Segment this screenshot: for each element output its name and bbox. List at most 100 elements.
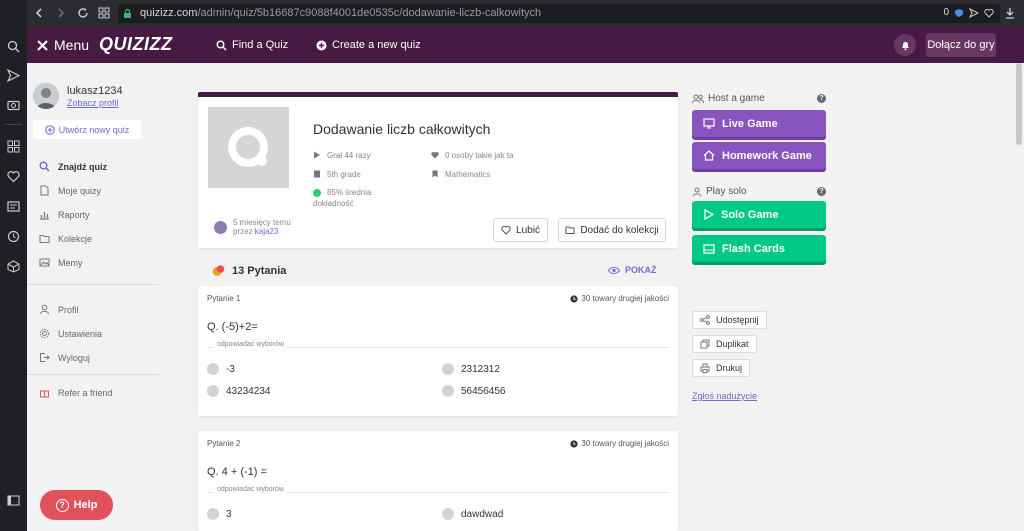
avatar[interactable] (33, 83, 59, 109)
sidebar-item-label: Kolekcje (58, 233, 93, 244)
document-icon (40, 185, 49, 196)
copy-icon (700, 339, 710, 349)
accuracy: 85% średnia dokładność (313, 188, 372, 208)
duplicate-button[interactable]: Duplikat (692, 335, 757, 353)
host-game-info-icon[interactable]: ? (817, 94, 826, 103)
lock-icon (124, 8, 131, 18)
sidebar-item-collections[interactable]: Kolekcje (39, 233, 92, 244)
user-icon (40, 304, 49, 315)
camera-icon[interactable] (7, 98, 20, 111)
scrollbar-thumb[interactable] (1016, 63, 1022, 145)
heart-icon (501, 225, 511, 235)
quiz-thumbnail (208, 107, 289, 188)
quizizz-q-icon (227, 126, 268, 167)
send-icon[interactable] (7, 69, 20, 82)
shield-icon[interactable] (954, 8, 964, 18)
sidebar-item-settings[interactable]: Ustawienia (39, 328, 102, 339)
question-text: Q. 4 + (-1) = (207, 466, 267, 478)
news-icon[interactable] (7, 200, 20, 213)
download-icon[interactable] (1004, 7, 1016, 19)
sidebar-toggle-icon[interactable] (7, 494, 20, 507)
browser-toolbar: quizizz.com/admin/quiz/5b16687c9088f4001… (0, 0, 1024, 27)
like-button[interactable]: Lubić (493, 218, 548, 242)
grid-icon[interactable] (7, 140, 20, 153)
sidebar-item-profile[interactable]: Profil (39, 304, 79, 315)
answer-option: 43234234 (207, 385, 271, 397)
browser-sidebar (0, 0, 27, 531)
question-text: Q. (-5)+2= (207, 321, 258, 333)
find-quiz-link[interactable]: Find a Quiz (216, 39, 288, 51)
menu-button[interactable]: Menu (37, 37, 89, 53)
url-extensions: 0 (943, 7, 994, 18)
likes-count: 0 osoby takie jak ta (431, 150, 513, 161)
create-quiz-link[interactable]: Create a new quiz (316, 39, 421, 51)
answer-option: -3 (207, 363, 235, 375)
search-icon[interactable] (7, 40, 20, 53)
clock-icon[interactable] (7, 230, 20, 243)
view-profile-link[interactable]: Zobacz profil (67, 98, 119, 108)
answer-option: 2312312 (442, 363, 500, 375)
tabs-grid-icon[interactable] (98, 7, 110, 19)
send-icon[interactable] (969, 7, 979, 18)
create-quiz-label: Create a new quiz (332, 39, 421, 51)
options-label: odpowiadać wyborów (214, 486, 287, 493)
answer-option: 3 (207, 508, 232, 520)
forward-icon[interactable] (55, 7, 67, 19)
report-abuse-link[interactable]: Zgłoś nadużycie (692, 391, 757, 401)
play-solo-info-icon[interactable]: ? (817, 187, 826, 196)
print-button[interactable]: Drukuj (692, 359, 751, 377)
cube-icon[interactable] (7, 260, 20, 273)
help-button[interactable]: ? Help (40, 490, 113, 520)
sidebar-item-logout[interactable]: Wyloguj (39, 352, 90, 363)
heart-icon[interactable] (984, 8, 994, 18)
share-button[interactable]: Udostępnij (692, 311, 767, 329)
sidebar-item-label: Wyloguj (58, 352, 90, 363)
sidebar-item-find-quiz[interactable]: Znajdź quiz (39, 161, 107, 172)
sidebar-item-label: Refer a friend (58, 387, 113, 398)
author-link[interactable]: kaja23 (255, 227, 279, 236)
heart-icon[interactable] (7, 170, 20, 183)
back-icon[interactable] (33, 7, 45, 19)
sidebar-divider (27, 284, 159, 285)
find-quiz-label: Find a Quiz (232, 39, 289, 51)
join-game-button[interactable]: Dołącz do gry (926, 33, 996, 57)
logout-icon (40, 353, 50, 362)
clock-icon (570, 294, 578, 303)
author-avatar (214, 220, 227, 234)
plus-circle-icon (44, 124, 55, 135)
sidebar-item-label: Memy (58, 257, 83, 268)
solo-game-button[interactable]: Solo Game (692, 201, 826, 228)
sidebar-item-label: Znajdź quiz (58, 161, 107, 172)
quizizz-logo[interactable]: QUIZIZZ (99, 34, 173, 55)
url-text: quizizz.com/admin/quiz/5b16687c9088f4001… (140, 7, 542, 19)
question-number: Pytanie 1 (207, 294, 241, 303)
address-bar[interactable]: quizizz.com/admin/quiz/5b16687c9088f4001… (118, 4, 1000, 23)
question-count: 13 Pytania (212, 264, 286, 277)
sidebar-item-label: Raporty (58, 209, 90, 220)
sidebar-item-my-quizzes[interactable]: Moje quizy (39, 185, 101, 196)
app-header: Menu QUIZIZZ Find a Quiz Create a new qu… (27, 27, 1024, 63)
show-answers-link[interactable]: POKAŻ (608, 265, 657, 275)
flash-cards-button[interactable]: Flash Cards (692, 235, 826, 262)
option-marker-icon (207, 508, 219, 520)
help-label: Help (73, 499, 98, 511)
flash-card-icon (703, 243, 715, 254)
create-quiz-button[interactable]: Utwórz nowy quiz (33, 120, 141, 139)
page-scrollbar[interactable] (1014, 63, 1024, 531)
options-label: odpowiadać wyborów (214, 341, 287, 348)
group-icon (692, 94, 704, 103)
sidebar-divider (27, 374, 159, 375)
play-solo-heading: Play solo (692, 186, 747, 197)
live-game-button[interactable]: Live Game (692, 110, 826, 137)
quiz-title: Dodawanie liczb całkowitych (313, 121, 491, 137)
sidebar-item-reports[interactable]: Raporty (39, 209, 90, 220)
add-to-collection-button[interactable]: Dodać do kolekcji (558, 218, 666, 242)
notifications-bell-icon[interactable] (894, 34, 916, 56)
subject: Mathematics (431, 169, 490, 180)
user-icon (692, 187, 702, 197)
sidebar-item-refer-friend[interactable]: Refer a friend (39, 387, 113, 398)
sidebar-item-memes[interactable]: Memy (39, 257, 83, 268)
homework-game-button[interactable]: Homework Game (692, 142, 826, 169)
reload-icon[interactable] (77, 7, 89, 19)
plus-circle-icon (316, 40, 327, 50)
